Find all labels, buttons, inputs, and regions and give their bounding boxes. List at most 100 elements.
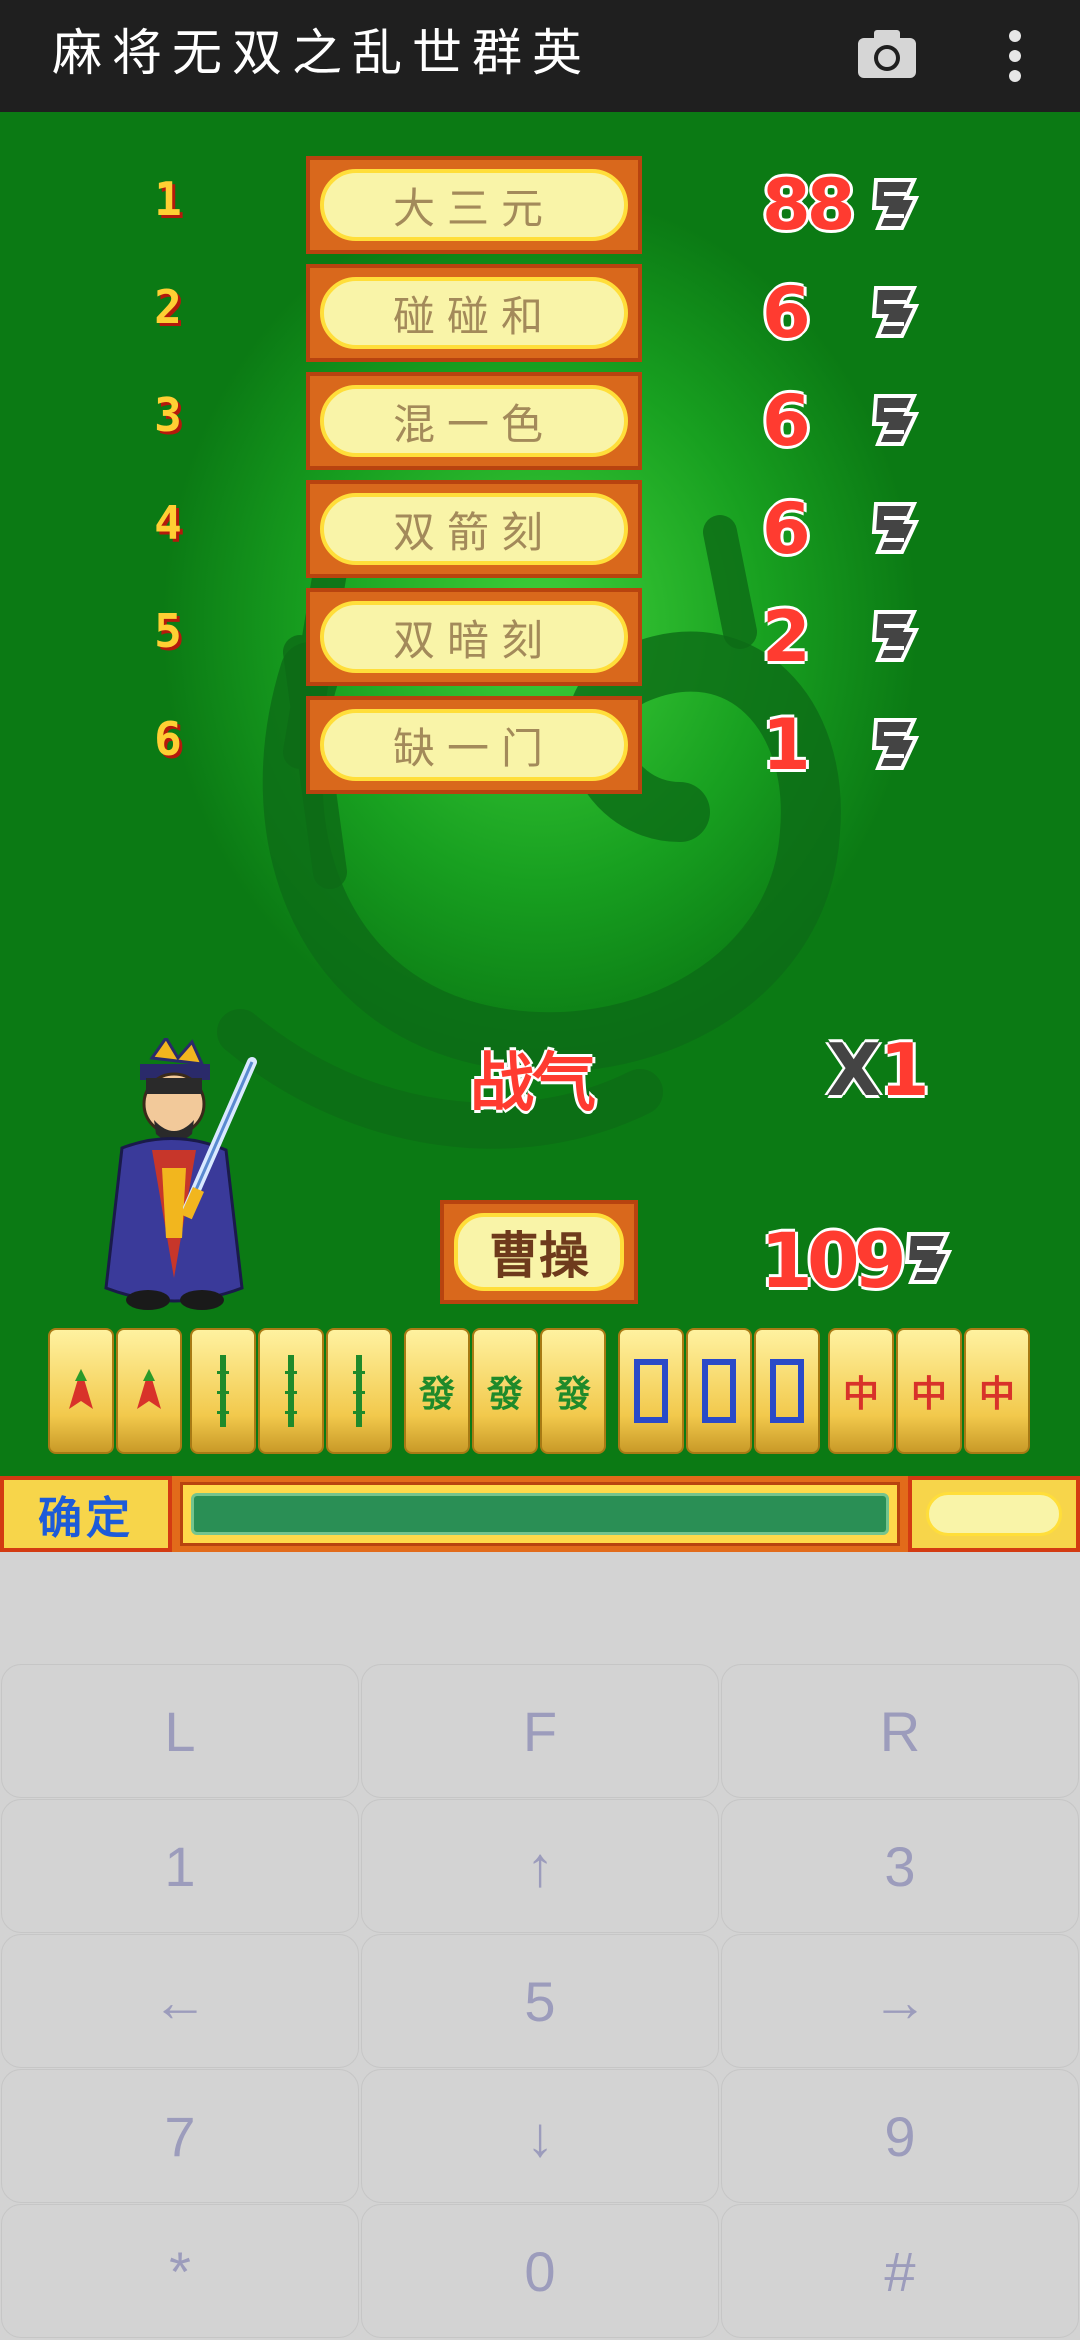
key-9[interactable]: 9 (721, 2069, 1079, 2203)
multiplier-value: 1 (879, 1028, 930, 1112)
key-label: R (879, 1699, 921, 1763)
yaku-number: 5 (154, 604, 182, 658)
yaku-points: 88 (762, 164, 855, 246)
multiplier-x: X (826, 1028, 881, 1112)
yaku-plaque: 混一色 (306, 372, 642, 470)
yaku-name: 碰碰和 (392, 291, 555, 341)
fan-unit-icon (871, 178, 920, 230)
yaku-name: 大三元 (392, 183, 555, 233)
game-screen[interactable]: 1 大三元 88 2 碰碰和 6 3 混一色 6 4 双箭刻 6 5 双暗刻 2… (0, 112, 1080, 1552)
tile-face: 發 (554, 1373, 591, 1415)
yaku-points: 2 (762, 596, 811, 678)
mahjong-tile[interactable] (686, 1328, 752, 1454)
yaku-number: 2 (154, 280, 182, 334)
mahjong-tile[interactable] (258, 1328, 324, 1454)
morale-label: 战气 (470, 1047, 596, 1121)
more-vertical-icon[interactable] (1000, 28, 1030, 84)
yaku-points: 6 (762, 488, 811, 570)
mahjong-tile[interactable]: 中 (896, 1328, 962, 1454)
tile-face: 中 (978, 1373, 1015, 1415)
fan-unit-icon (904, 1232, 953, 1284)
key-label: L (164, 1699, 196, 1763)
mahjong-tile[interactable] (190, 1328, 256, 1454)
tile-face: 中 (910, 1373, 947, 1415)
yaku-plaque: 缺一门 (306, 696, 642, 794)
confirm-label: 确定 (38, 1493, 134, 1544)
virtual-keypad: L F R 1 ↑ 3 ← 5 → 7 ↓ 9 * 0 # (0, 1664, 1080, 2340)
app-title: 麻将无双之乱世群英 (52, 24, 592, 82)
fan-unit-icon (871, 286, 920, 338)
key-0[interactable]: 0 (361, 2204, 719, 2338)
key-label: F (522, 1699, 558, 1763)
key-3[interactable]: 3 (721, 1799, 1079, 1933)
tile-face: 發 (418, 1373, 455, 1415)
key-up[interactable]: ↑ (361, 1799, 719, 1933)
key-5[interactable]: 5 (361, 1934, 719, 2068)
yaku-name: 双暗刻 (392, 615, 555, 665)
key-label: * (169, 2239, 191, 2303)
bottom-bar: 确定 (0, 1476, 1080, 1552)
key-label: 3 (884, 1834, 916, 1898)
key-1[interactable]: 1 (1, 1799, 359, 1933)
key-label: ← (152, 1969, 208, 2033)
key-label: 9 (884, 2104, 916, 2168)
yaku-name: 混一色 (392, 399, 555, 449)
mahjong-tile[interactable]: 中 (964, 1328, 1030, 1454)
key-label: ↓ (526, 2104, 554, 2168)
hand-tiles: 發 發 發 中 中 中 (0, 1328, 1080, 1458)
key-down[interactable]: ↓ (361, 2069, 719, 2203)
key-label: 0 (524, 2239, 556, 2303)
key-l[interactable]: L (1, 1664, 359, 1798)
yaku-number: 6 (154, 712, 182, 766)
fan-unit-icon (871, 394, 920, 446)
tile-face: 中 (842, 1373, 879, 1415)
player-name: 曹操 (489, 1226, 589, 1285)
mahjong-tile[interactable] (116, 1328, 182, 1454)
mahjong-tile[interactable]: 發 (404, 1328, 470, 1454)
mahjong-tile[interactable] (48, 1328, 114, 1454)
yaku-number: 4 (154, 496, 182, 550)
message-bar (180, 1482, 900, 1546)
key-label: ↑ (526, 1834, 554, 1898)
yaku-name: 缺一门 (392, 723, 555, 773)
mahjong-tile[interactable]: 中 (828, 1328, 894, 1454)
mahjong-tile[interactable] (326, 1328, 392, 1454)
key-label: 5 (524, 1969, 556, 2033)
mahjong-tile[interactable]: 發 (540, 1328, 606, 1454)
player-name-plaque: 曹操 (440, 1200, 638, 1304)
mahjong-tile[interactable] (754, 1328, 820, 1454)
tile-face: 發 (486, 1373, 523, 1415)
mahjong-tile[interactable]: 發 (472, 1328, 538, 1454)
camera-icon[interactable] (856, 28, 918, 80)
key-star[interactable]: * (1, 2204, 359, 2338)
fan-unit-icon (871, 502, 920, 554)
yaku-plaque: 双箭刻 (306, 480, 642, 578)
yaku-points: 6 (762, 380, 811, 462)
yaku-points: 6 (762, 272, 811, 354)
key-label: 7 (164, 2104, 196, 2168)
yaku-name: 双箭刻 (392, 507, 555, 557)
key-left[interactable]: ← (1, 1934, 359, 2068)
character-portrait (104, 1038, 257, 1310)
fan-unit-icon (871, 718, 920, 770)
mahjong-tile[interactable] (618, 1328, 684, 1454)
key-label: 1 (164, 1834, 196, 1898)
key-7[interactable]: 7 (1, 2069, 359, 2203)
side-button[interactable] (908, 1476, 1080, 1552)
yaku-plaque: 双暗刻 (306, 588, 642, 686)
total-points: 109 (760, 1216, 907, 1305)
yaku-number: 3 (154, 388, 182, 442)
key-label: # (884, 2239, 916, 2303)
key-f[interactable]: F (361, 1664, 719, 1798)
key-r[interactable]: R (721, 1664, 1079, 1798)
app-bar: 麻将无双之乱世群英 (0, 0, 1080, 112)
confirm-button[interactable]: 确定 (0, 1476, 172, 1552)
multiplier: X1 (826, 1028, 930, 1112)
key-hash[interactable]: # (721, 2204, 1079, 2338)
yaku-plaque: 大三元 (306, 156, 642, 254)
key-label: → (872, 1969, 928, 2033)
yaku-plaque: 碰碰和 (306, 264, 642, 362)
key-right[interactable]: → (721, 1934, 1079, 2068)
yaku-points: 1 (762, 704, 811, 786)
yaku-number: 1 (154, 172, 182, 226)
